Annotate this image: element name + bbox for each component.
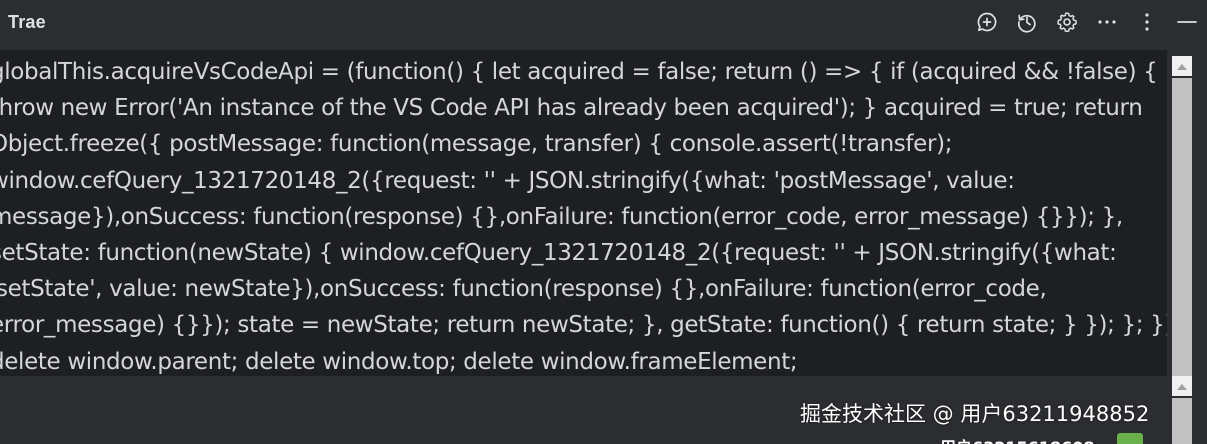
code-display-area: globalThis.acquireVsCodeApi = (function(… bbox=[0, 50, 1167, 376]
status-badge bbox=[1117, 433, 1143, 444]
more-actions-button[interactable] bbox=[1087, 6, 1127, 38]
app-title: Trae bbox=[8, 12, 46, 32]
code-line: message}),onSuccess: function(response) … bbox=[0, 203, 1123, 230]
code-line: window.cefQuery_1321720148_2({request: '… bbox=[0, 167, 1015, 194]
scroll-track-lower[interactable] bbox=[1172, 398, 1192, 444]
arrow-up-icon bbox=[1177, 377, 1187, 395]
code-line: Object.freeze({ postMessage: function(me… bbox=[0, 131, 953, 158]
scroll-up-button-lower[interactable] bbox=[1172, 376, 1192, 396]
minimize-icon bbox=[1176, 11, 1198, 33]
history-icon bbox=[1016, 11, 1038, 33]
panel-toolbar bbox=[967, 6, 1207, 38]
gear-icon bbox=[1056, 11, 1078, 33]
new-chat-icon bbox=[976, 11, 998, 33]
vertical-scrollbar[interactable] bbox=[1170, 56, 1194, 444]
watermark-partial: 用户63215618608 bbox=[940, 434, 1094, 444]
code-line: setState: function(newState) { window.ce… bbox=[0, 240, 1117, 267]
arrow-up-icon bbox=[1177, 57, 1187, 75]
watermark: 掘金技术社区 @ 用户63211948852 bbox=[800, 402, 1150, 426]
code-line: delete window.parent; delete window.top;… bbox=[0, 348, 798, 375]
more-vertical-icon bbox=[1136, 11, 1158, 33]
history-button[interactable] bbox=[1007, 6, 1047, 38]
minimize-button[interactable] bbox=[1167, 6, 1207, 38]
more-horizontal-icon bbox=[1096, 11, 1118, 33]
new-chat-button[interactable] bbox=[967, 6, 1007, 38]
code-text: globalThis.acquireVsCodeApi = (function(… bbox=[0, 54, 1167, 376]
title-bar: Trae bbox=[0, 0, 1207, 46]
settings-button[interactable] bbox=[1047, 6, 1087, 38]
trae-window: Trae globalThis.acquireVsCodeApi = (func… bbox=[0, 0, 1207, 444]
code-line: 'setState', value: newState}),onSuccess:… bbox=[0, 276, 1047, 303]
options-menu-button[interactable] bbox=[1127, 6, 1167, 38]
code-line: globalThis.acquireVsCodeApi = (function(… bbox=[0, 59, 1158, 85]
code-line: error_message) {}}); state = newState; r… bbox=[0, 312, 1167, 339]
code-line: throw new Error('An instance of the VS C… bbox=[0, 95, 1143, 122]
scroll-up-button[interactable] bbox=[1172, 56, 1192, 76]
scroll-thumb[interactable] bbox=[1172, 78, 1192, 376]
